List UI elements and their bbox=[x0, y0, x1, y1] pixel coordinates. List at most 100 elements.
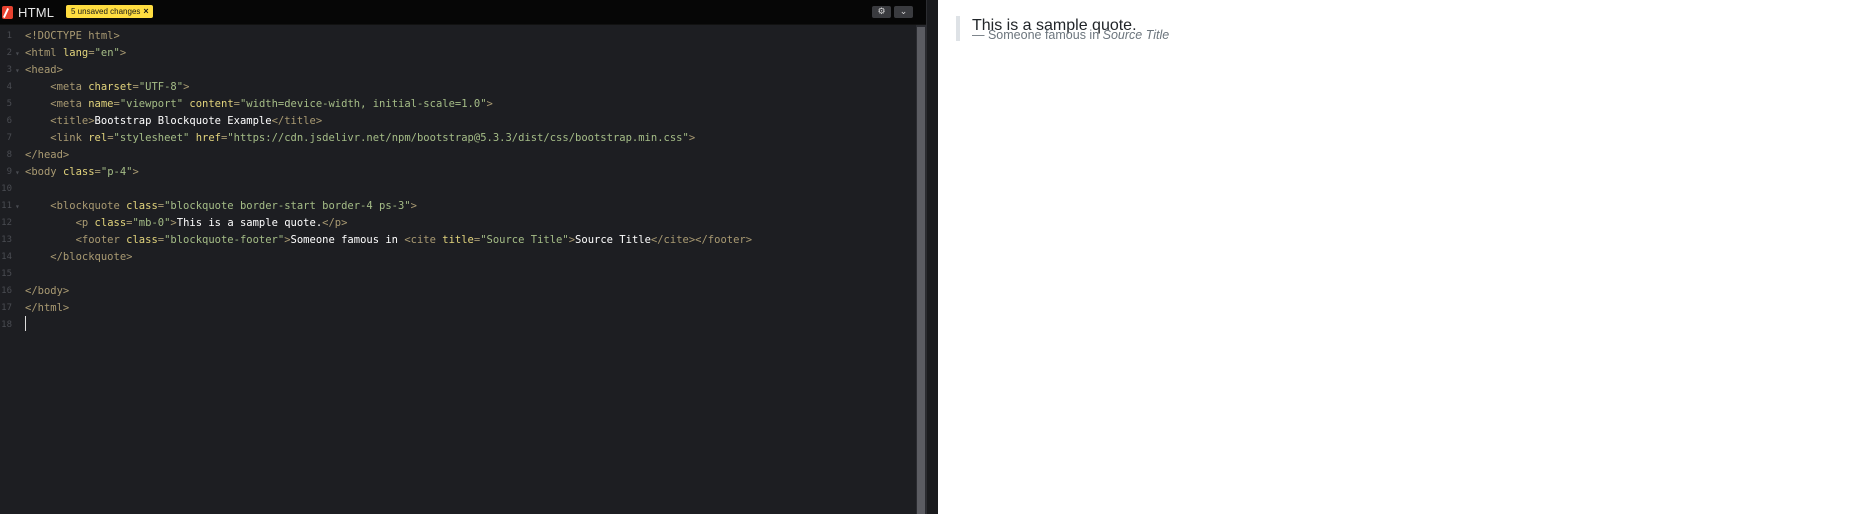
blockquote: This is a sample quote. — Someone famous… bbox=[956, 16, 1169, 41]
code-line[interactable]: 16 </body> bbox=[0, 283, 914, 300]
code-token: > bbox=[486, 98, 493, 110]
code-token: "stylesheet" bbox=[113, 132, 190, 144]
code-token: "viewport" bbox=[119, 98, 184, 110]
code-line[interactable]: 3 ▾ <head> bbox=[0, 62, 914, 79]
unsaved-changes-badge[interactable]: 5 unsaved changes × bbox=[66, 5, 153, 18]
text-cursor bbox=[25, 316, 26, 331]
code-token: <footer bbox=[25, 234, 127, 246]
editor-header: HTML 5 unsaved changes × ⚙ ⌄ bbox=[0, 0, 926, 25]
fold-arrow-icon[interactable]: ▾ bbox=[15, 62, 20, 79]
code-text: <body class="p-4"> bbox=[25, 164, 139, 181]
code-token: </body> bbox=[25, 285, 70, 297]
code-line[interactable]: 5 <meta name="viewport" content="width=d… bbox=[0, 96, 914, 113]
code-area[interactable]: 1 <!DOCTYPE html> 2 ▾ <html lang="en"> 3 ▾ <hea… bbox=[0, 28, 914, 514]
editor-title: HTML bbox=[18, 5, 55, 20]
code-text: <link rel="stylesheet" href="https://cdn… bbox=[25, 130, 695, 147]
pane-resize-handle[interactable] bbox=[926, 0, 938, 514]
line-number: 2 bbox=[6, 48, 12, 58]
code-token: </title> bbox=[271, 115, 323, 127]
code-line[interactable]: 1 <!DOCTYPE html> bbox=[0, 28, 914, 45]
code-token: > bbox=[132, 166, 139, 178]
code-editor[interactable]: HTML 5 unsaved changes × ⚙ ⌄ 1 <!DOCTYPE h… bbox=[0, 0, 926, 514]
fold-arrow-icon[interactable]: ▾ bbox=[15, 198, 20, 215]
code-text: </head> bbox=[25, 147, 69, 164]
code-token: content bbox=[189, 98, 234, 110]
collapse-button[interactable]: ⌄ bbox=[894, 6, 913, 18]
line-number: 7 bbox=[6, 133, 12, 143]
scrollbar-thumb[interactable] bbox=[917, 27, 925, 514]
code-line[interactable]: 10 bbox=[0, 181, 914, 198]
code-line[interactable]: 7 <link rel="stylesheet" href="https://c… bbox=[0, 130, 914, 147]
code-token: "en" bbox=[94, 47, 120, 59]
code-line[interactable]: 4 <meta charset="UTF-8"> bbox=[0, 79, 914, 96]
close-icon[interactable]: × bbox=[143, 6, 148, 16]
code-token: > bbox=[688, 132, 696, 144]
code-text: <meta name="viewport" content="width=dev… bbox=[25, 96, 493, 113]
code-text: <meta charset="UTF-8"> bbox=[25, 79, 189, 96]
code-text: <p class="mb-0">This is a sample quote.<… bbox=[25, 215, 348, 232]
code-token: "blockquote border-start border-4 ps-3" bbox=[164, 200, 411, 212]
code-token: This is a sample quote. bbox=[176, 217, 323, 229]
code-token: "blockquote-footer" bbox=[164, 234, 285, 246]
code-line[interactable]: 13 <footer class="blockquote-footer">Som… bbox=[0, 232, 914, 249]
code-token: <link bbox=[25, 132, 89, 144]
fold-arrow-icon[interactable]: ▾ bbox=[15, 164, 20, 181]
line-number: 18 bbox=[1, 320, 12, 330]
fold-arrow-icon[interactable]: ▾ bbox=[15, 45, 20, 62]
code-token: Bootstrap Blockquote Example bbox=[94, 115, 272, 127]
code-line[interactable]: 12 <p class="mb-0">This is a sample quot… bbox=[0, 215, 914, 232]
line-number: 8 bbox=[6, 150, 12, 160]
preview-pane: This is a sample quote. — Someone famous… bbox=[938, 0, 1850, 514]
html-logo-icon bbox=[2, 6, 13, 19]
code-line[interactable]: 2 ▾ <html lang="en"> bbox=[0, 45, 914, 62]
line-number: 4 bbox=[6, 82, 12, 92]
code-line[interactable]: 14 </blockquote> bbox=[0, 249, 914, 266]
code-token: rel bbox=[88, 132, 108, 144]
code-token: <meta bbox=[25, 98, 89, 110]
code-token: "Source Title" bbox=[480, 234, 569, 246]
code-token: > bbox=[119, 47, 127, 59]
code-line[interactable]: 11 ▾ <blockquote class="blockquote border… bbox=[0, 198, 914, 215]
code-token: <!DOCTYPE html> bbox=[25, 30, 120, 42]
code-token: <meta bbox=[25, 81, 89, 93]
code-token: </head> bbox=[25, 149, 70, 161]
code-token: <title> bbox=[25, 115, 95, 127]
code-line[interactable]: 6 <title>Bootstrap Blockquote Example</t… bbox=[0, 113, 914, 130]
code-token: </blockquote> bbox=[25, 251, 133, 263]
code-text: <blockquote class="blockquote border-sta… bbox=[25, 198, 417, 215]
line-number: 13 bbox=[1, 235, 12, 245]
code-line[interactable]: 18 bbox=[0, 317, 914, 334]
blockquote-footer: — Someone famous in Source Title bbox=[972, 28, 1170, 42]
code-token: <p bbox=[25, 217, 95, 229]
code-text: </blockquote> bbox=[25, 249, 132, 266]
code-token: class bbox=[94, 217, 127, 229]
line-number: 3 bbox=[6, 65, 12, 75]
code-token: Source Title bbox=[575, 234, 651, 246]
code-line[interactable]: 9 ▾ <body class="p-4"> bbox=[0, 164, 914, 181]
code-token: "https://cdn.jsdelivr.net/npm/bootstrap@… bbox=[227, 132, 689, 144]
footer-text: — Someone famous in bbox=[972, 28, 1103, 42]
line-number: 1 bbox=[6, 31, 12, 41]
code-token: name bbox=[88, 98, 114, 110]
line-number: 6 bbox=[6, 116, 12, 126]
code-text: <!DOCTYPE html> bbox=[25, 28, 120, 45]
code-line[interactable]: 15 bbox=[0, 266, 914, 283]
chevron-down-icon: ⌄ bbox=[899, 7, 908, 17]
code-token: </cite></footer> bbox=[650, 234, 753, 246]
code-text: <title>Bootstrap Blockquote Example</tit… bbox=[25, 113, 322, 130]
code-token: "p-4" bbox=[100, 166, 133, 178]
code-token: title bbox=[442, 234, 474, 246]
code-token: Someone famous in bbox=[290, 234, 405, 246]
settings-button[interactable]: ⚙ bbox=[872, 6, 891, 18]
code-token: class bbox=[126, 200, 158, 212]
code-token: <body bbox=[25, 166, 63, 178]
source-title: Source Title bbox=[1102, 28, 1170, 42]
code-text: <html lang="en"> bbox=[25, 45, 126, 62]
unsaved-changes-label: 5 unsaved changes bbox=[71, 7, 141, 16]
code-token: lang bbox=[62, 47, 89, 59]
code-line[interactable]: 8 </head> bbox=[0, 147, 914, 164]
line-number: 12 bbox=[1, 218, 12, 228]
code-token: > bbox=[410, 200, 417, 212]
code-line[interactable]: 17 </html> bbox=[0, 300, 914, 317]
code-token: "mb-0" bbox=[132, 217, 171, 229]
